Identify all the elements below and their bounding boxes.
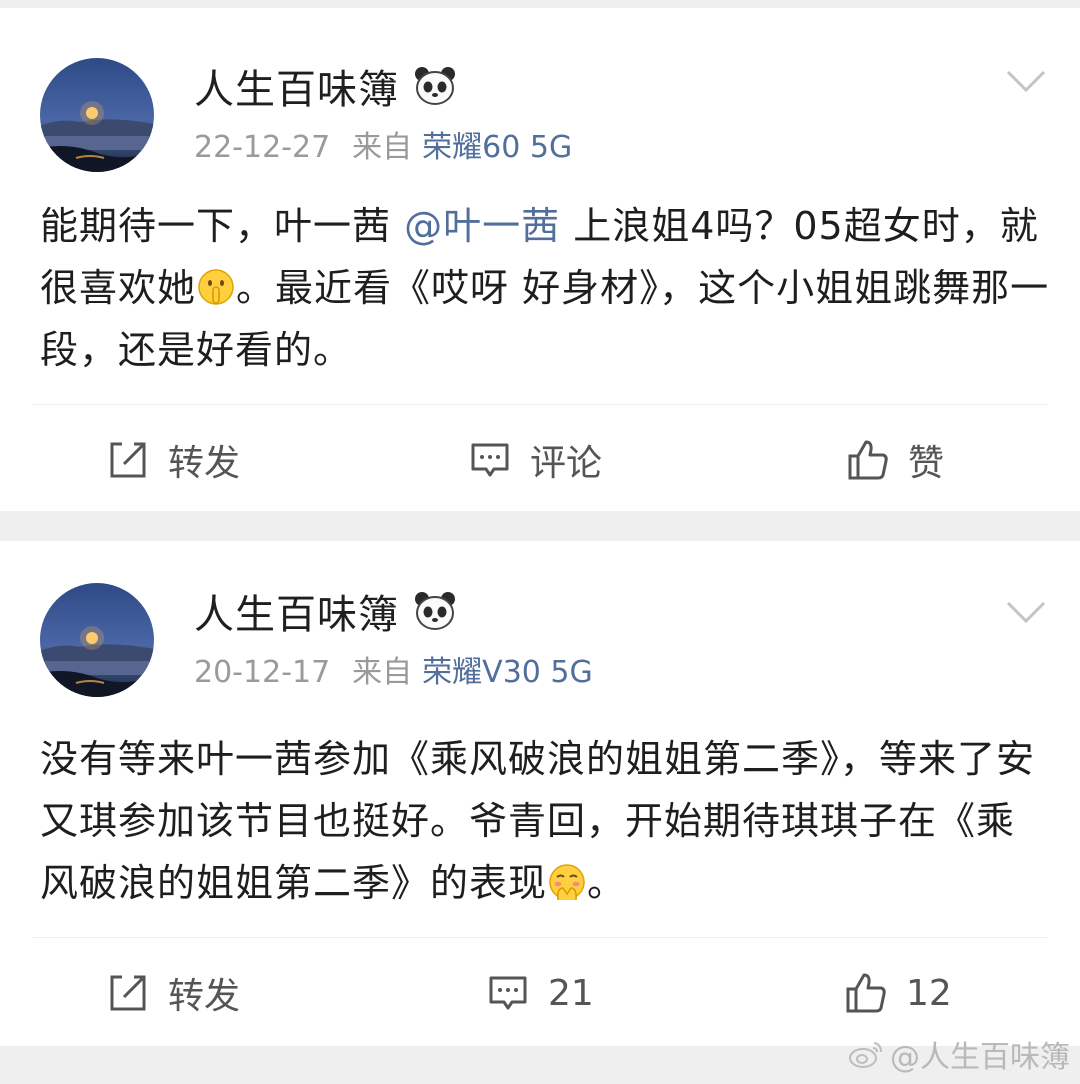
repost-icon — [110, 975, 146, 1011]
avatar-image — [40, 58, 154, 172]
like-label: 赞 — [908, 443, 945, 484]
avatar[interactable] — [40, 58, 154, 172]
repost-icon — [110, 442, 146, 478]
mention-link[interactable]: @叶一茜 — [404, 204, 560, 248]
comment-icon — [489, 976, 527, 1010]
post-date: 20-12-17 — [194, 655, 331, 690]
like-button[interactable]: 12 — [844, 963, 952, 1023]
watermark: @人生百味簿 — [848, 1032, 1070, 1076]
comment-label: 评论 — [530, 443, 603, 484]
post-meta: 22-12-27 来自 荣耀60 5G — [194, 122, 572, 166]
comment-count: 21 — [548, 972, 594, 1014]
divider — [32, 937, 1048, 938]
post-meta: 20-12-17 来自 荣耀V30 5G — [194, 647, 593, 691]
thumbs-up-icon — [848, 440, 888, 480]
watermark-text: @人生百味簿 — [890, 1040, 1070, 1075]
author-name[interactable]: 人生百味簿 — [194, 57, 399, 115]
blushing-hands-face-icon — [549, 864, 585, 901]
repost-button[interactable]: 转发 — [106, 963, 240, 1023]
content-text: 能期待一下，叶一茜 — [40, 204, 405, 248]
post-card: 人生百味簿 20-12-17 来自 荣耀V30 5G 没有等来叶一茜参加《乘风破浪的… — [0, 541, 1080, 1046]
shushing-face-icon — [198, 269, 234, 305]
repost-button[interactable]: 转发 — [106, 430, 240, 490]
weibo-logo-icon — [849, 1042, 882, 1068]
chevron-down-icon[interactable] — [1004, 597, 1048, 627]
post-content: 能期待一下，叶一茜 @叶一茜 上浪姐4吗？05超女时，就很喜欢她 。最近看《哎呀 … — [40, 195, 1050, 381]
like-count: 12 — [906, 972, 952, 1014]
author-row: 人生百味簿 — [194, 56, 457, 116]
source-prefix: 来自 — [352, 130, 413, 165]
author-name[interactable]: 人生百味簿 — [194, 582, 399, 640]
comment-icon — [471, 443, 509, 477]
author-row: 人生百味簿 — [194, 581, 457, 641]
chevron-down-icon[interactable] — [1004, 66, 1048, 96]
top-separator — [0, 0, 1080, 8]
like-button[interactable]: 赞 — [846, 430, 944, 490]
avatar-image — [40, 583, 154, 697]
panda-icon — [415, 67, 455, 105]
repost-label: 转发 — [168, 976, 241, 1017]
post-content: 没有等来叶一茜参加《乘风破浪的姐姐第二季》，等来了安又琪参加该节目也挺好。爷青回… — [40, 728, 1050, 914]
comment-button[interactable]: 21 — [486, 963, 594, 1023]
device-link[interactable]: 荣耀V30 5G — [422, 655, 593, 690]
thumbs-up-icon — [846, 973, 886, 1013]
source-prefix: 来自 — [352, 655, 413, 690]
action-bar: 转发 21 12 — [0, 963, 1080, 1023]
content-text: 。 — [587, 861, 627, 905]
repost-label: 转发 — [168, 443, 241, 484]
avatar[interactable] — [40, 583, 154, 697]
device-link[interactable]: 荣耀60 5G — [422, 130, 572, 165]
action-bar: 转发 评论 赞 — [0, 430, 1080, 490]
comment-button[interactable]: 评论 — [468, 430, 602, 490]
post-card: 人生百味簿 22-12-27 来自 荣耀60 5G 能期待一下，叶一茜 @叶一茜 上… — [0, 8, 1080, 511]
post-date: 22-12-27 — [194, 130, 331, 165]
content-text: 没有等来叶一茜参加《乘风破浪的姐姐第二季》，等来了安又琪参加该节目也挺好。爷青回… — [40, 737, 1036, 905]
divider — [32, 404, 1048, 405]
panda-icon — [415, 592, 455, 630]
